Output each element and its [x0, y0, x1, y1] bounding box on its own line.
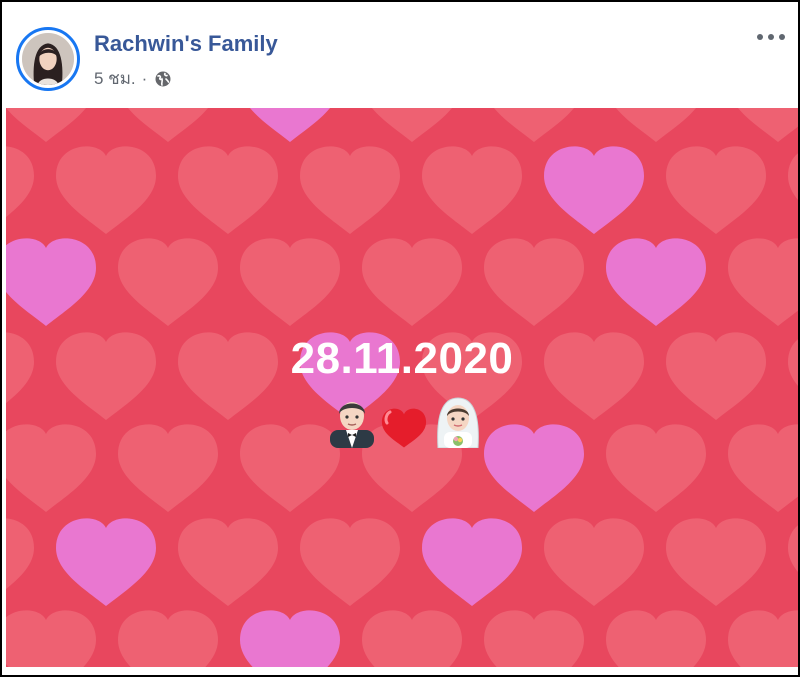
post-header: Rachwin's Family 5 ชม. · — [2, 2, 798, 106]
more-options-icon[interactable] — [754, 24, 788, 50]
profile-photo — [22, 33, 74, 85]
post-meta: 5 ชม. · — [94, 65, 171, 92]
avatar[interactable] — [16, 27, 80, 91]
meta-separator: · — [141, 68, 148, 88]
post-image[interactable]: 28.11.2020 — [6, 108, 798, 667]
background-heart — [728, 610, 798, 667]
background-heart — [6, 610, 96, 667]
post-timestamp[interactable]: 5 ชม. — [94, 65, 136, 92]
globe-icon[interactable] — [155, 71, 171, 87]
facebook-post-card: Rachwin's Family 5 ชม. · 28.11.2020 — [0, 0, 800, 677]
hearts-background — [6, 108, 798, 667]
author-name-link[interactable]: Rachwin's Family — [94, 31, 278, 57]
